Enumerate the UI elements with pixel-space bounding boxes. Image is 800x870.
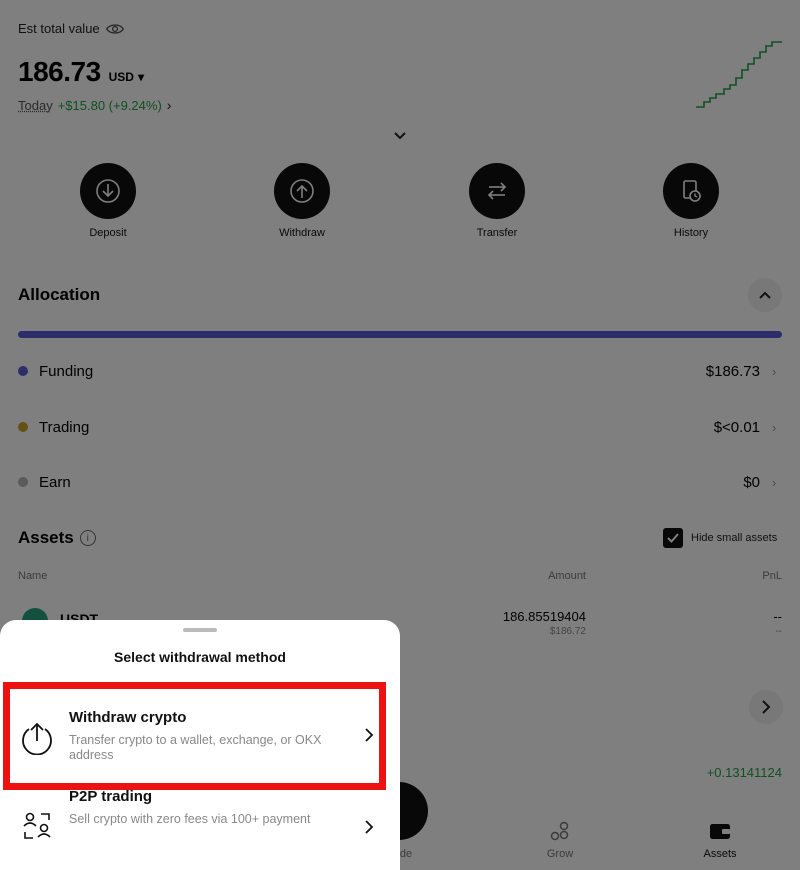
sheet-title: Select withdrawal method — [114, 649, 286, 665]
method-description: Transfer crypto to a wallet, exchange, o… — [69, 733, 322, 762]
method-title: Withdraw crypto — [69, 709, 187, 726]
p2p-trading-icon — [23, 812, 51, 839]
method-title: P2P trading — [69, 788, 153, 805]
chevron-right-icon — [365, 728, 374, 742]
chevron-right-icon — [365, 820, 374, 834]
withdraw-crypto-icon — [22, 722, 52, 755]
method-description: Sell crypto with zero fees via 100+ paym… — [69, 812, 311, 826]
sheet-grabber[interactable] — [183, 628, 217, 632]
p2p-trading-option[interactable]: P2P trading Sell crypto with zero fees v… — [0, 788, 400, 870]
withdrawal-method-sheet: Select withdrawal method Withdraw crypto… — [0, 620, 400, 870]
withdraw-crypto-option[interactable]: Withdraw crypto Transfer crypto to a wal… — [0, 682, 400, 790]
